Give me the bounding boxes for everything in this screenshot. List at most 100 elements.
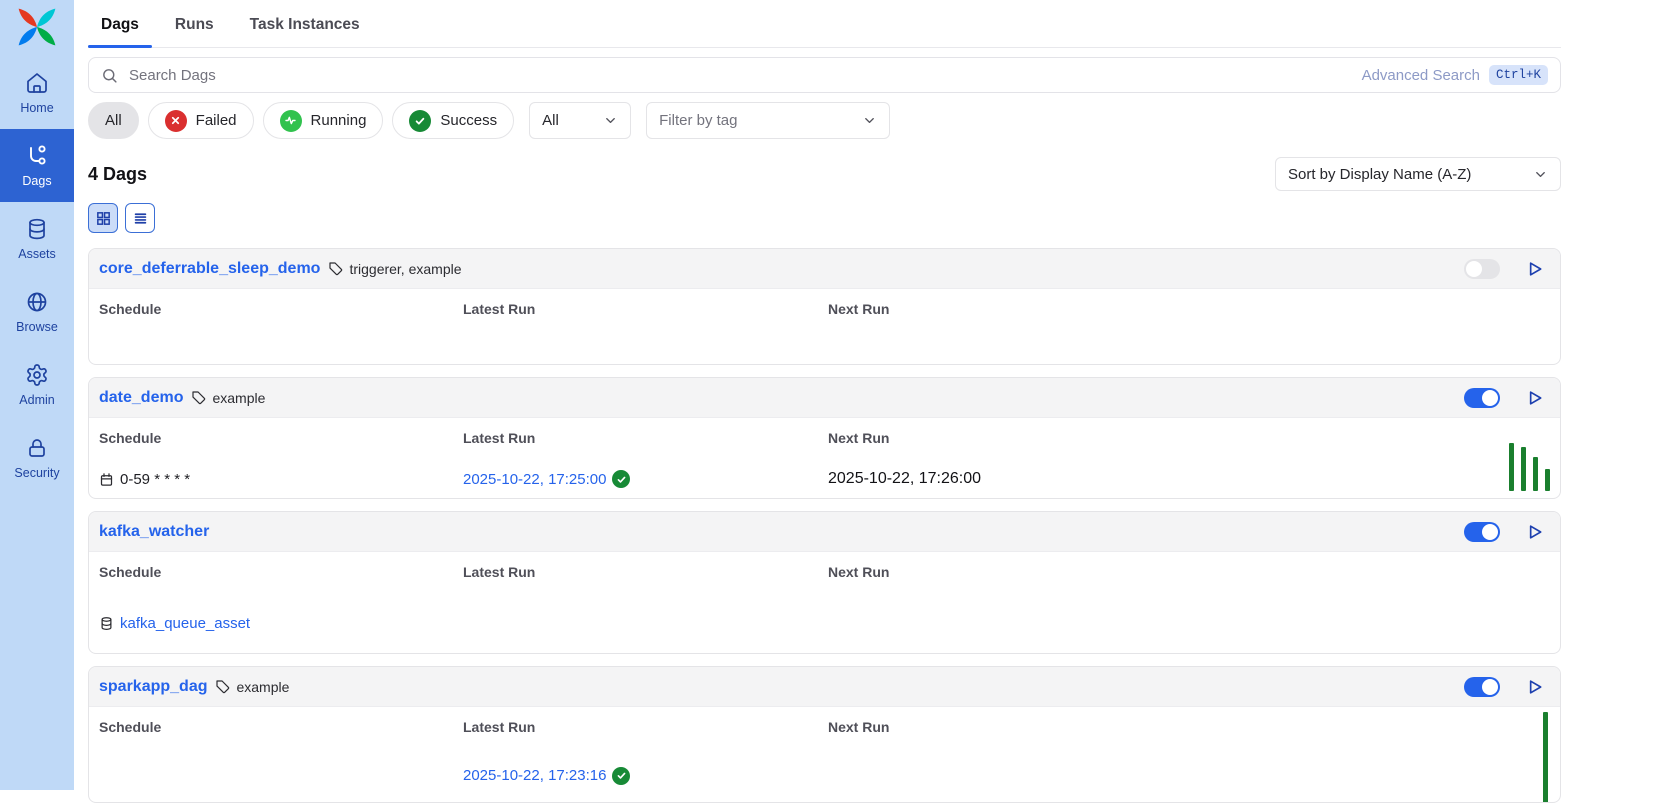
tag-filter-select[interactable]: Filter by tag bbox=[646, 102, 890, 139]
latest-run-column-label: Latest Run bbox=[463, 301, 828, 364]
trigger-dag-button[interactable] bbox=[1524, 259, 1544, 279]
schedule-value: 0-59 * * * * bbox=[99, 467, 463, 491]
running-circle-icon bbox=[280, 110, 302, 132]
paused-filter-select[interactable]: All bbox=[529, 102, 631, 139]
list-header: 4 Dags Sort by Display Name (A-Z) bbox=[88, 157, 1561, 191]
dag-card-sparkapp-dag: sparkapp_dag example Schedule Latest Run… bbox=[88, 666, 1561, 803]
schedule-column-label: Schedule bbox=[99, 430, 463, 453]
trigger-dag-button[interactable] bbox=[1524, 388, 1544, 408]
latest-run-link[interactable]: 2025-10-22, 17:25:00 bbox=[463, 471, 606, 488]
dag-tags: example bbox=[191, 390, 265, 406]
search-bar: Advanced Search Ctrl+K bbox=[88, 57, 1561, 93]
filter-label: Failed bbox=[196, 112, 237, 129]
tab-task-instances[interactable]: Task Instances bbox=[237, 8, 373, 47]
filter-success-button[interactable]: Success bbox=[392, 102, 514, 139]
search-input[interactable] bbox=[127, 66, 1353, 85]
dag-icon bbox=[25, 144, 49, 168]
chevron-down-icon bbox=[862, 113, 877, 128]
play-icon bbox=[1524, 259, 1544, 279]
list-view-icon bbox=[132, 210, 149, 227]
next-run-value: 2025-10-22, 17:26:00 bbox=[828, 467, 1548, 491]
filter-running-button[interactable]: Running bbox=[263, 102, 384, 139]
tag-icon bbox=[215, 679, 231, 695]
filter-all-button[interactable]: All bbox=[88, 102, 139, 139]
tag-filter-placeholder: Filter by tag bbox=[659, 112, 737, 129]
next-run-column-label: Next Run bbox=[828, 719, 1548, 750]
sidebar-item-browse[interactable]: Browse bbox=[0, 275, 74, 348]
dag-card-header: sparkapp_dag example bbox=[89, 667, 1560, 707]
filter-label: Success bbox=[440, 112, 497, 129]
next-run-column-label: Next Run bbox=[828, 564, 1548, 598]
dag-card-body: Schedule Latest Run Next Run 2025-10-22,… bbox=[89, 707, 1560, 802]
dag-card-body: Schedule Latest Run Next Run 0-59 * * * … bbox=[89, 418, 1560, 498]
filter-failed-button[interactable]: Failed bbox=[148, 102, 254, 139]
database-icon bbox=[99, 616, 114, 631]
schedule-column-label: Schedule bbox=[99, 301, 463, 364]
grid-view-icon bbox=[95, 210, 112, 227]
recent-runs-bar-chart[interactable] bbox=[1543, 712, 1548, 803]
filter-label: Running bbox=[311, 112, 367, 129]
dag-card-core-deferrable-sleep-demo: core_deferrable_sleep_demo triggerer, ex… bbox=[88, 248, 1561, 365]
dag-card-header: kafka_watcher bbox=[89, 512, 1560, 552]
sort-select[interactable]: Sort by Display Name (A-Z) bbox=[1275, 157, 1561, 191]
tag-icon bbox=[191, 390, 207, 406]
dag-pause-toggle[interactable] bbox=[1464, 259, 1500, 279]
tab-runs[interactable]: Runs bbox=[162, 8, 227, 47]
dag-card-list: core_deferrable_sleep_demo triggerer, ex… bbox=[88, 248, 1561, 803]
dag-name-link[interactable]: sparkapp_dag bbox=[99, 678, 207, 696]
trigger-dag-button[interactable] bbox=[1524, 522, 1544, 542]
schedule-column-label: Schedule bbox=[99, 719, 463, 750]
home-icon bbox=[25, 71, 49, 95]
shortcut-badge: Ctrl+K bbox=[1489, 65, 1548, 85]
tab-bar: Dags Runs Task Instances bbox=[88, 0, 1561, 48]
airflow-pinwheel-icon bbox=[16, 6, 58, 48]
sidebar-item-label: Home bbox=[20, 101, 53, 115]
failed-circle-icon bbox=[165, 110, 187, 132]
success-check-icon bbox=[612, 470, 630, 488]
sidebar-item-security[interactable]: Security bbox=[0, 421, 74, 494]
dag-card-body: Schedule Latest Run Next Run bbox=[89, 289, 1560, 364]
dag-card-header: date_demo example bbox=[89, 378, 1560, 418]
sidebar-item-home[interactable]: Home bbox=[0, 56, 74, 129]
sidebar-item-assets[interactable]: Assets bbox=[0, 202, 74, 275]
trigger-dag-button[interactable] bbox=[1524, 677, 1544, 697]
sidebar-item-label: Security bbox=[14, 466, 59, 480]
sidebar-item-admin[interactable]: Admin bbox=[0, 348, 74, 421]
dag-name-link[interactable]: kafka_watcher bbox=[99, 523, 209, 541]
schedule-asset-link[interactable]: kafka_queue_asset bbox=[120, 615, 250, 632]
latest-run-column-label: Latest Run bbox=[463, 719, 828, 750]
card-view-button[interactable] bbox=[88, 203, 118, 233]
sidebar-item-label: Admin bbox=[19, 393, 54, 407]
latest-run-value: 2025-10-22, 17:23:16 bbox=[463, 764, 828, 788]
dag-tags-text: triggerer, example bbox=[349, 261, 461, 277]
tag-icon bbox=[328, 261, 344, 277]
table-view-button[interactable] bbox=[125, 203, 155, 233]
globe-icon bbox=[25, 290, 49, 314]
latest-run-column-label: Latest Run bbox=[463, 430, 828, 453]
airflow-logo[interactable] bbox=[16, 6, 58, 48]
dag-name-link[interactable]: core_deferrable_sleep_demo bbox=[99, 260, 320, 278]
search-icon bbox=[101, 67, 118, 84]
advanced-search-link[interactable]: Advanced Search bbox=[1362, 67, 1480, 84]
sort-value: Sort by Display Name (A-Z) bbox=[1288, 166, 1471, 183]
latest-run-link[interactable]: 2025-10-22, 17:23:16 bbox=[463, 767, 606, 784]
dag-pause-toggle[interactable] bbox=[1464, 388, 1500, 408]
dag-tags-text: example bbox=[212, 390, 265, 406]
database-icon bbox=[25, 217, 49, 241]
dag-name-link[interactable]: date_demo bbox=[99, 389, 183, 407]
recent-runs-bar-chart[interactable] bbox=[1509, 443, 1550, 491]
latest-run-column-label: Latest Run bbox=[463, 564, 828, 598]
paused-filter-value: All bbox=[542, 112, 559, 129]
sidebar-item-dags[interactable]: Dags bbox=[0, 129, 74, 202]
sidebar-item-label: Browse bbox=[16, 320, 58, 334]
sidebar: Home Dags Assets Browse Admin bbox=[0, 0, 74, 790]
next-run-column-label: Next Run bbox=[828, 430, 1548, 453]
gear-icon bbox=[25, 363, 49, 387]
tab-dags[interactable]: Dags bbox=[88, 8, 152, 47]
dag-pause-toggle[interactable] bbox=[1464, 522, 1500, 542]
dag-card-header: core_deferrable_sleep_demo triggerer, ex… bbox=[89, 249, 1560, 289]
dag-tags: example bbox=[215, 679, 289, 695]
dag-tags-text: example bbox=[236, 679, 289, 695]
dag-card-body: Schedule Latest Run Next Run kafka_queue… bbox=[89, 552, 1560, 653]
dag-pause-toggle[interactable] bbox=[1464, 677, 1500, 697]
